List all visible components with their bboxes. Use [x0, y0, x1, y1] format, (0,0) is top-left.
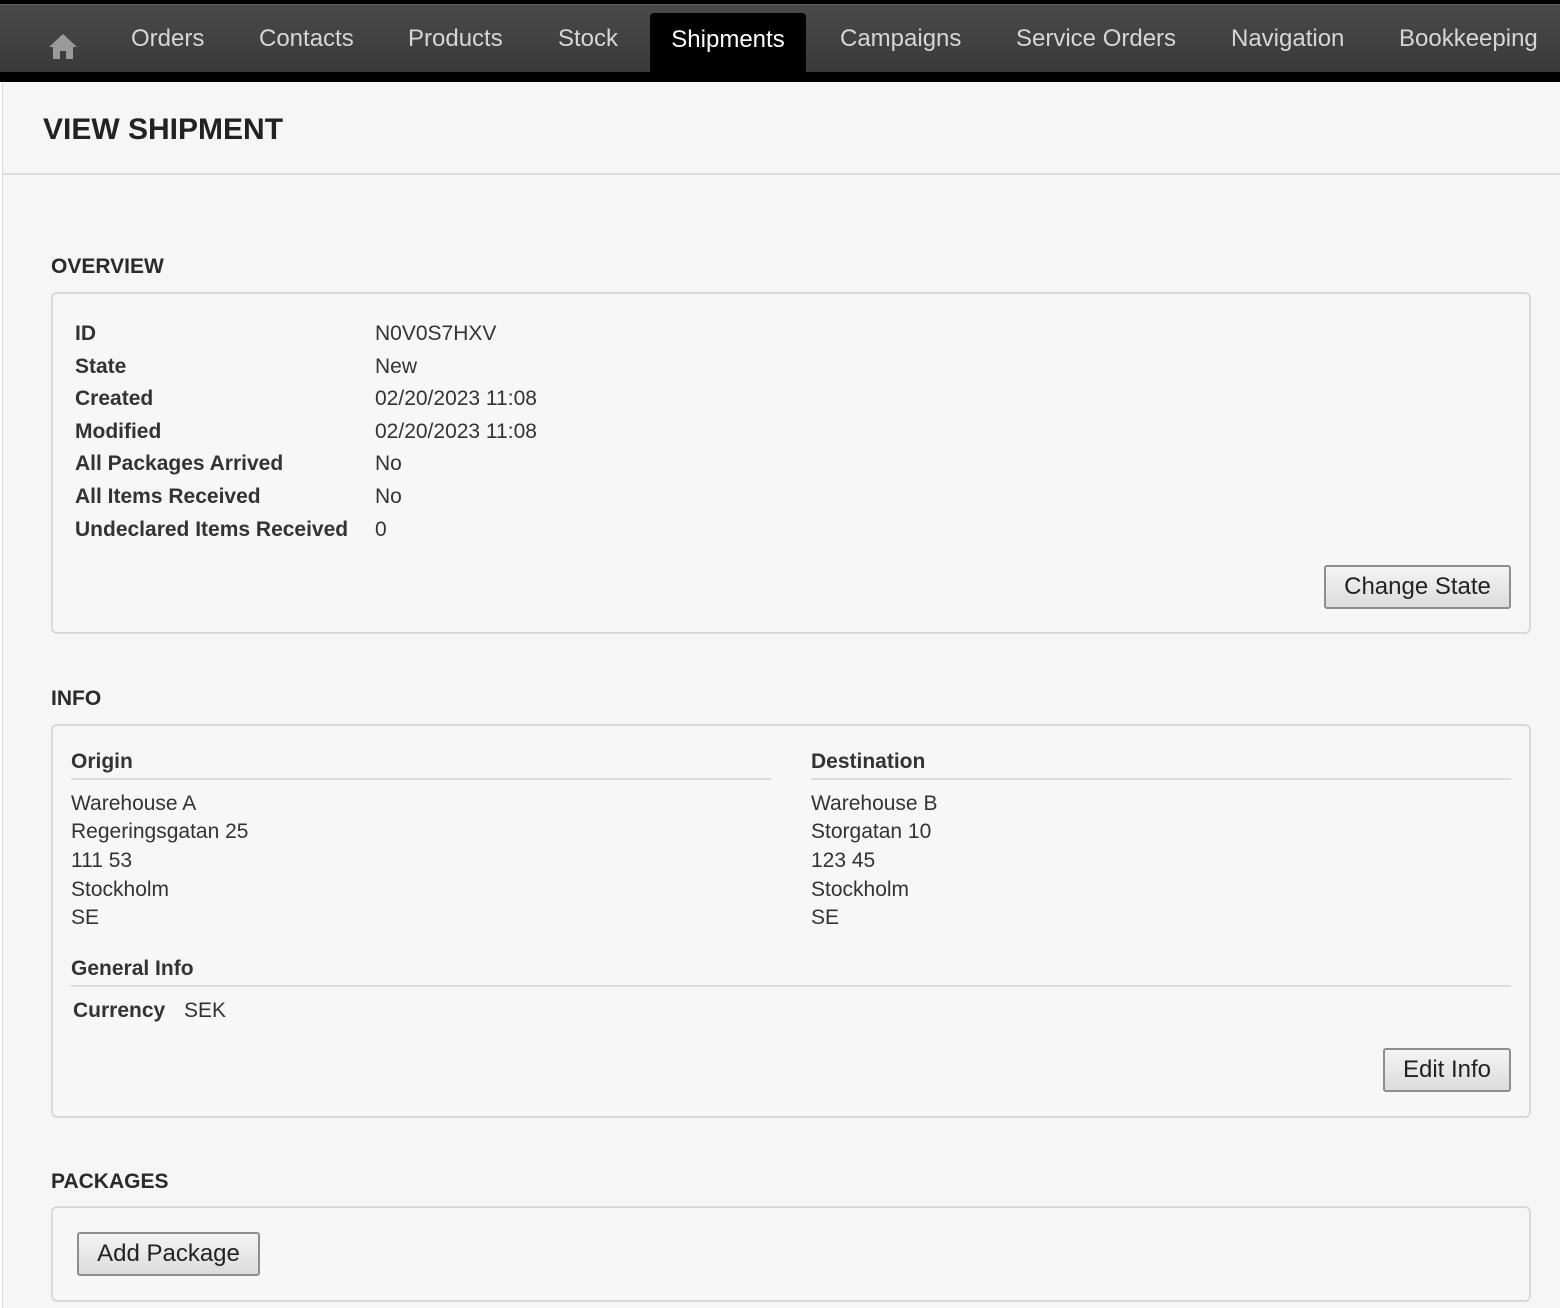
origin-line: 111 53 [71, 849, 133, 872]
field-label-all-items-received: All Items Received [75, 485, 261, 508]
top-navigation: Orders Contacts Products Stock Shipments… [0, 0, 1560, 82]
field-label-all-packages-arrived: All Packages Arrived [75, 452, 284, 475]
origin-heading: Origin [71, 750, 771, 780]
destination-line: 123 45 [811, 849, 876, 872]
field-value-id: N0V0S7HXV [375, 322, 497, 345]
top-navigation-bar: Orders Contacts Products Stock Shipments… [0, 4, 1560, 77]
edit-info-button[interactable]: Edit Info [1383, 1048, 1511, 1092]
destination-line: Stockholm [811, 878, 910, 901]
nav-item-stock[interactable]: Stock [538, 5, 638, 73]
nav-item-bookkeeping[interactable]: Bookkeeping [1379, 5, 1558, 73]
field-value-undeclared-items-received: 0 [375, 518, 387, 541]
nav-item-service-orders[interactable]: Service Orders [996, 5, 1196, 73]
page-header: VIEW SHIPMENT [3, 82, 1560, 175]
currency-label: Currency [73, 999, 166, 1022]
destination-line: Storgatan 10 [811, 820, 932, 843]
add-package-button[interactable]: Add Package [77, 1232, 260, 1276]
field-label-undeclared-items-received: Undeclared Items Received [75, 518, 349, 541]
page-content: VIEW SHIPMENT OVERVIEW ID N0V0S7HXV Stat… [2, 82, 1560, 1308]
origin-line: Warehouse A [71, 792, 197, 815]
home-icon[interactable] [48, 31, 78, 61]
field-label-modified: Modified [75, 420, 162, 443]
field-value-all-items-received: No [375, 485, 402, 508]
overview-panel: ID N0V0S7HXV State New Created 02/20/202… [51, 292, 1531, 634]
field-value-modified: 02/20/2023 11:08 [375, 420, 537, 443]
nav-item-shipments[interactable]: Shipments [650, 13, 806, 77]
nav-item-orders[interactable]: Orders [111, 5, 224, 73]
origin-line: Stockholm [71, 878, 170, 901]
info-heading: INFO [51, 687, 102, 710]
currency-value: SEK [184, 999, 227, 1022]
field-value-created: 02/20/2023 11:08 [375, 387, 537, 410]
packages-panel: Add Package [51, 1206, 1531, 1302]
info-panel: Origin Warehouse A Regeringsgatan 25 111… [51, 724, 1531, 1118]
nav-item-navigation[interactable]: Navigation [1211, 5, 1364, 73]
change-state-button[interactable]: Change State [1324, 565, 1511, 609]
packages-heading: PACKAGES [51, 1170, 169, 1193]
field-value-all-packages-arrived: No [375, 452, 402, 475]
destination-line: Warehouse B [811, 792, 938, 815]
overview-heading: OVERVIEW [51, 255, 164, 278]
field-value-state: New [375, 355, 418, 378]
origin-line: Regeringsgatan 25 [71, 820, 249, 843]
destination-heading: Destination [811, 750, 1511, 780]
nav-item-campaigns[interactable]: Campaigns [820, 5, 981, 73]
field-label-state: State [75, 355, 127, 378]
origin-line: SE [71, 906, 100, 929]
page-title: VIEW SHIPMENT [43, 113, 284, 146]
nav-item-contacts[interactable]: Contacts [239, 5, 374, 73]
general-info-heading: General Info [71, 957, 1511, 987]
field-label-id: ID [75, 322, 96, 345]
field-label-created: Created [75, 387, 154, 410]
nav-item-products[interactable]: Products [388, 5, 523, 73]
destination-line: SE [811, 906, 840, 929]
